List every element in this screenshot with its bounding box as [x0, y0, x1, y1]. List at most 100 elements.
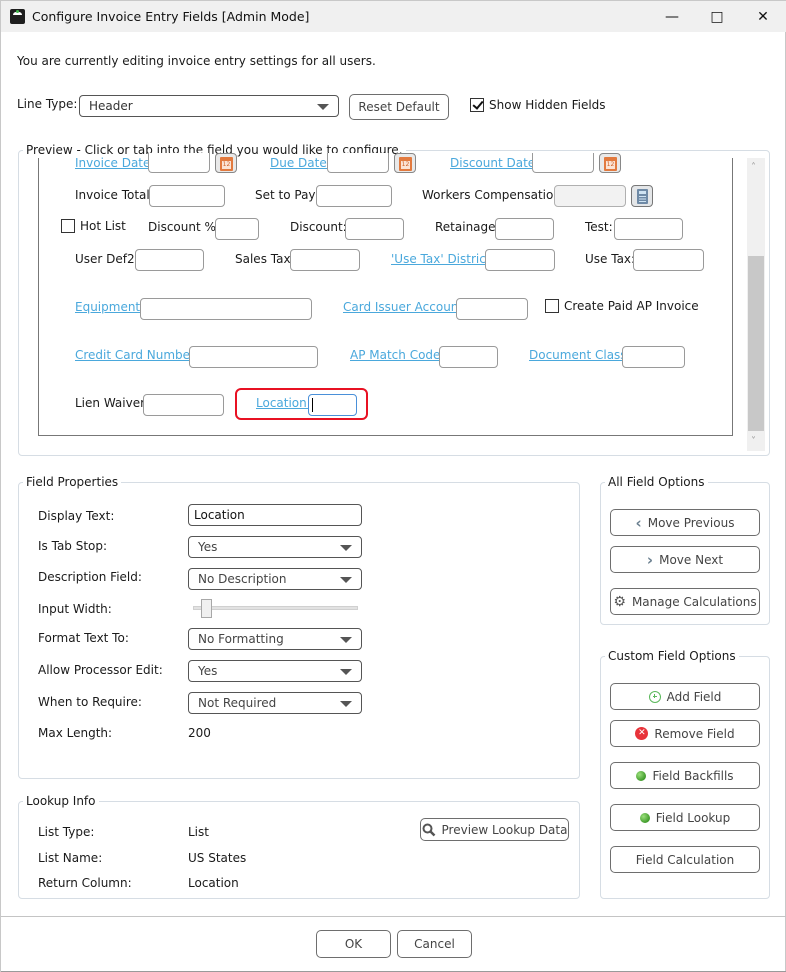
scroll-down-icon[interactable]: ˅ [751, 436, 756, 447]
lookup-info-title: Lookup Info [23, 794, 99, 808]
field-calculation-button[interactable]: Field Calculation [610, 846, 760, 873]
invoice-date-input[interactable] [148, 153, 210, 173]
text-cursor [312, 398, 313, 412]
input-width-slider-track[interactable] [193, 606, 358, 610]
discount-date-calendar-button[interactable]: 12 [599, 153, 621, 173]
gear-icon: ⚙ [613, 593, 626, 610]
input-width-slider-thumb[interactable] [200, 599, 212, 618]
list-type-label: List Type: [38, 825, 95, 839]
workers-compensation-calculator-button[interactable] [631, 185, 653, 207]
field-properties-title: Field Properties [23, 475, 122, 489]
scrollbar-thumb[interactable] [748, 256, 764, 431]
document-class-label[interactable]: Document Class: [529, 348, 631, 362]
use-tax-district-label[interactable]: 'Use Tax' District: [391, 252, 495, 266]
test-input[interactable] [614, 218, 683, 240]
retainage-label: Retainage: [435, 220, 500, 234]
allow-processor-edit-select[interactable]: Yes [188, 660, 362, 682]
document-class-input[interactable] [622, 346, 685, 368]
card-issuer-account-input[interactable] [456, 298, 528, 320]
hot-list-checkbox[interactable] [61, 219, 75, 233]
remove-field-button[interactable]: ✕ Remove Field [610, 720, 760, 747]
equipment-label[interactable]: Equipment: [75, 300, 144, 314]
discount-input[interactable] [345, 218, 404, 240]
add-circle-icon [648, 690, 661, 703]
chevron-left-icon: ‹ [635, 513, 642, 532]
window-title: Configure Invoice Entry Fields [Admin Mo… [32, 9, 310, 24]
is-tab-stop-label: Is Tab Stop: [38, 539, 108, 553]
preview-lookup-data-button[interactable]: Preview Lookup Data [420, 818, 569, 841]
status-dot-icon [639, 812, 650, 823]
equipment-input[interactable] [140, 298, 312, 320]
line-type-label: Line Type: [17, 97, 78, 111]
location-label[interactable]: Location: [256, 396, 311, 410]
field-backfills-button[interactable]: Field Backfills [610, 762, 760, 789]
minimize-button[interactable]: — [649, 1, 695, 32]
sales-tax-input[interactable] [290, 249, 360, 271]
search-icon [422, 823, 435, 836]
format-text-label: Format Text To: [38, 631, 129, 645]
reset-default-button[interactable]: Reset Default [349, 94, 449, 120]
cancel-button[interactable]: Cancel [397, 930, 472, 958]
due-date-label[interactable]: Due Date: [270, 156, 331, 170]
move-next-button[interactable]: › Move Next [610, 546, 760, 573]
lien-waiver-input[interactable] [143, 394, 224, 416]
discount-date-label[interactable]: Discount Date: [450, 156, 539, 170]
discount-pct-input[interactable] [215, 218, 259, 240]
info-text: You are currently editing invoice entry … [17, 54, 376, 68]
preview-scrollbar[interactable]: ˄ ˅ [747, 158, 765, 451]
card-issuer-account-label[interactable]: Card Issuer Account: [343, 300, 467, 314]
invoice-date-label[interactable]: Invoice Date: [75, 156, 154, 170]
lien-waiver-label: Lien Waiver: [75, 396, 149, 410]
return-column-value: Location [188, 876, 239, 890]
credit-card-number-input[interactable] [189, 346, 318, 368]
workers-compensation-label: Workers Compensation: [422, 188, 565, 202]
manage-calculations-button[interactable]: ⚙ Manage Calculations [610, 588, 760, 615]
credit-card-number-label[interactable]: Credit Card Number: [75, 348, 199, 362]
add-field-button[interactable]: Add Field [610, 683, 760, 710]
show-hidden-fields-checkbox[interactable] [470, 98, 484, 112]
sales-tax-label: Sales Tax: [235, 252, 295, 266]
when-to-require-select[interactable]: Not Required [188, 692, 362, 714]
ap-match-code-input[interactable] [439, 346, 498, 368]
dialog-window: Configure Invoice Entry Fields [Admin Mo… [0, 0, 786, 972]
location-input[interactable] [308, 394, 357, 416]
discount-date-input[interactable] [532, 153, 594, 173]
maximize-button[interactable]: □ [694, 1, 740, 32]
max-length-label: Max Length: [38, 726, 113, 740]
set-to-pay-input[interactable] [316, 185, 392, 207]
set-to-pay-label: Set to Pay: [255, 188, 319, 202]
workers-compensation-input[interactable] [554, 185, 626, 207]
calendar-icon: 12 [399, 157, 412, 171]
invoice-date-calendar-button[interactable]: 12 [215, 153, 237, 173]
chevron-down-icon [317, 104, 329, 110]
user-def2-input[interactable] [135, 249, 204, 271]
ap-match-code-label[interactable]: AP Match Code: [350, 348, 444, 362]
status-dot-icon [636, 770, 647, 781]
format-text-select[interactable]: No Formatting [188, 628, 362, 650]
close-button[interactable]: ✕ [740, 1, 786, 32]
chevron-down-icon [340, 701, 352, 707]
field-lookup-button[interactable]: Field Lookup [610, 804, 760, 831]
move-previous-button[interactable]: ‹ Move Previous [610, 509, 760, 536]
create-paid-ap-invoice-checkbox[interactable] [545, 299, 559, 313]
use-tax-label: Use Tax: [585, 252, 636, 266]
app-logo-icon [10, 9, 25, 24]
invoice-total-input[interactable] [149, 185, 225, 207]
description-field-select[interactable]: No Description [188, 568, 362, 590]
due-date-calendar-button[interactable]: 12 [394, 153, 416, 173]
use-tax-input[interactable] [633, 249, 704, 271]
retainage-input[interactable] [495, 218, 554, 240]
scroll-up-icon[interactable]: ˄ [751, 162, 756, 173]
use-tax-district-input[interactable] [485, 249, 555, 271]
chevron-down-icon [340, 637, 352, 643]
line-type-select[interactable]: Header [79, 95, 339, 117]
line-type-value: Header [89, 99, 133, 113]
when-to-require-label: When to Require: [38, 695, 142, 709]
is-tab-stop-select[interactable]: Yes [188, 536, 362, 558]
title-bar: Configure Invoice Entry Fields [Admin Mo… [1, 1, 786, 32]
all-field-options-title: All Field Options [605, 475, 708, 489]
display-text-input[interactable]: Location [188, 504, 362, 526]
ok-button[interactable]: OK [316, 930, 391, 958]
due-date-input[interactable] [327, 153, 389, 173]
discount-label: Discount: [290, 220, 347, 234]
